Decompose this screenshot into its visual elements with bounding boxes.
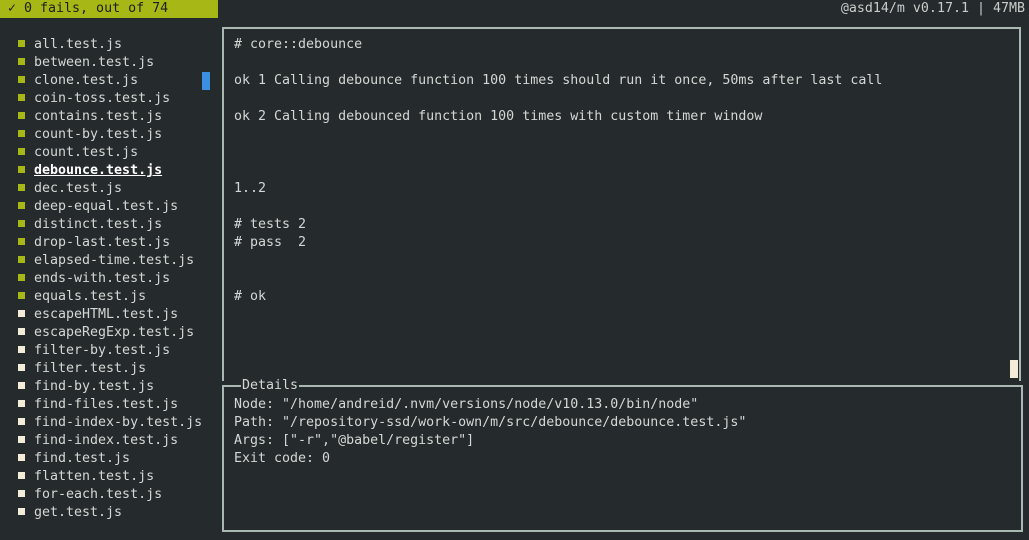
test-file-name: all.test.js xyxy=(34,37,123,52)
pass-status-icon xyxy=(18,256,25,263)
test-file-name: escapeHTML.test.js xyxy=(34,307,179,322)
output-scrollbar[interactable] xyxy=(1010,360,1018,378)
app-version-memory: @asd14/m v0.17.1 | 47MB xyxy=(840,1,1025,16)
test-file-name: find-files.test.js xyxy=(34,397,179,412)
test-file-name: escapeRegExp.test.js xyxy=(34,325,195,340)
test-file-item[interactable]: escapeHTML.test.js xyxy=(18,306,178,324)
pending-status-icon xyxy=(18,454,25,461)
test-file-item[interactable]: count.test.js xyxy=(18,144,138,162)
output-line: # pass 2 xyxy=(234,235,307,250)
test-file-name: filter.test.js xyxy=(34,361,147,376)
test-file-name: find-index.test.js xyxy=(34,433,179,448)
pass-status-icon xyxy=(18,94,25,101)
test-file-name: equals.test.js xyxy=(34,289,147,304)
pending-status-icon xyxy=(18,472,25,479)
test-file-name: between.test.js xyxy=(34,55,155,70)
test-file-name: get.test.js xyxy=(34,505,123,520)
test-file-item[interactable]: debounce.test.js xyxy=(18,162,162,180)
test-file-item[interactable]: clone.test.js xyxy=(18,72,138,90)
pending-status-icon xyxy=(18,346,25,353)
test-file-item[interactable]: all.test.js xyxy=(18,36,122,54)
pending-status-icon xyxy=(18,328,25,335)
test-file-item[interactable]: contains.test.js xyxy=(18,108,162,126)
pass-status-icon xyxy=(18,184,25,191)
test-file-name: ends-with.test.js xyxy=(34,271,171,286)
details-args: Args: ["-r","@babel/register"] xyxy=(234,433,475,448)
pending-status-icon xyxy=(18,382,25,389)
pending-status-icon xyxy=(18,418,25,425)
test-file-item[interactable]: flatten.test.js xyxy=(18,468,154,486)
file-list-scrollbar[interactable] xyxy=(202,72,210,90)
test-file-name: debounce.test.js xyxy=(34,163,163,178)
test-file-name: dec.test.js xyxy=(34,181,123,196)
output-line: # tests 2 xyxy=(234,217,307,232)
test-file-name: filter-by.test.js xyxy=(34,343,171,358)
pass-status-icon xyxy=(18,292,25,299)
test-file-item[interactable]: ends-with.test.js xyxy=(18,270,170,288)
pending-status-icon xyxy=(18,436,25,443)
test-file-item[interactable]: equals.test.js xyxy=(18,288,146,306)
test-file-item[interactable]: count-by.test.js xyxy=(18,126,162,144)
test-file-item[interactable]: find-by.test.js xyxy=(18,378,154,396)
test-file-name: deep-equal.test.js xyxy=(34,199,179,214)
test-file-item[interactable]: drop-last.test.js xyxy=(18,234,170,252)
pass-status-icon xyxy=(18,202,25,209)
test-file-item[interactable]: find.test.js xyxy=(18,450,130,468)
pass-status-icon xyxy=(18,58,25,65)
test-file-list: all.test.js between.test.js clone.test.js c… xyxy=(0,36,218,540)
test-file-name: elapsed-time.test.js xyxy=(34,253,195,268)
test-file-item[interactable]: get.test.js xyxy=(18,504,122,522)
output-line: # core::debounce xyxy=(234,37,363,52)
output-line: ok 1 Calling debounce function 100 times… xyxy=(234,73,883,88)
test-file-item[interactable]: find-index.test.js xyxy=(18,432,178,450)
top-status-bar: ✓ 0 fails, out of 74 @asd14/m v0.17.1 | … xyxy=(0,0,1029,18)
test-file-name: find-index-by.test.js xyxy=(34,415,203,430)
details-path: Path: "/repository-ssd/work-own/m/src/de… xyxy=(234,415,747,430)
test-file-item[interactable]: distinct.test.js xyxy=(18,216,162,234)
pass-status-icon xyxy=(18,40,25,47)
test-file-name: distinct.test.js xyxy=(34,217,163,232)
pass-status-icon xyxy=(18,76,25,83)
test-file-name: find.test.js xyxy=(34,451,131,466)
pending-status-icon xyxy=(18,400,25,407)
test-file-item[interactable]: elapsed-time.test.js xyxy=(18,252,194,270)
test-file-name: clone.test.js xyxy=(34,73,139,88)
pass-status-icon xyxy=(18,238,25,245)
pending-status-icon xyxy=(18,508,25,515)
test-file-item[interactable]: filter.test.js xyxy=(18,360,146,378)
output-line: ok 2 Calling debounced function 100 time… xyxy=(234,109,763,124)
output-line: # ok xyxy=(234,289,267,304)
test-file-item[interactable]: dec.test.js xyxy=(18,180,122,198)
test-file-name: coin-toss.test.js xyxy=(34,91,171,106)
test-file-item[interactable]: find-files.test.js xyxy=(18,396,178,414)
test-file-item[interactable]: filter-by.test.js xyxy=(18,342,170,360)
pending-status-icon xyxy=(18,310,25,317)
output-line: 1..2 xyxy=(234,181,267,196)
details-exit-code: Exit code: 0 xyxy=(234,451,331,466)
details-title: Details xyxy=(241,377,300,395)
test-file-name: count.test.js xyxy=(34,145,139,160)
pass-status-icon xyxy=(18,220,25,227)
test-file-item[interactable]: coin-toss.test.js xyxy=(18,90,170,108)
pending-status-icon xyxy=(18,490,25,497)
pass-status-icon xyxy=(18,148,25,155)
test-file-item[interactable]: between.test.js xyxy=(18,54,154,72)
test-file-name: find-by.test.js xyxy=(34,379,155,394)
test-file-item[interactable]: for-each.test.js xyxy=(18,486,162,504)
test-file-item[interactable]: find-index-by.test.js xyxy=(18,414,202,432)
test-file-name: drop-last.test.js xyxy=(34,235,171,250)
test-file-name: contains.test.js xyxy=(34,109,163,124)
pass-status-icon xyxy=(18,166,25,173)
pass-status-icon xyxy=(18,130,25,137)
test-file-item[interactable]: deep-equal.test.js xyxy=(18,198,178,216)
details-node: Node: "/home/andreid/.nvm/versions/node/… xyxy=(234,397,699,412)
test-file-name: flatten.test.js xyxy=(34,469,155,484)
pending-status-icon xyxy=(18,364,25,371)
test-file-item[interactable]: escapeRegExp.test.js xyxy=(18,324,194,342)
test-file-name: count-by.test.js xyxy=(34,127,163,142)
pass-status-icon xyxy=(18,274,25,281)
test-summary-status: ✓ 0 fails, out of 74 xyxy=(0,0,218,18)
test-file-name: for-each.test.js xyxy=(34,487,163,502)
pass-status-icon xyxy=(18,112,25,119)
